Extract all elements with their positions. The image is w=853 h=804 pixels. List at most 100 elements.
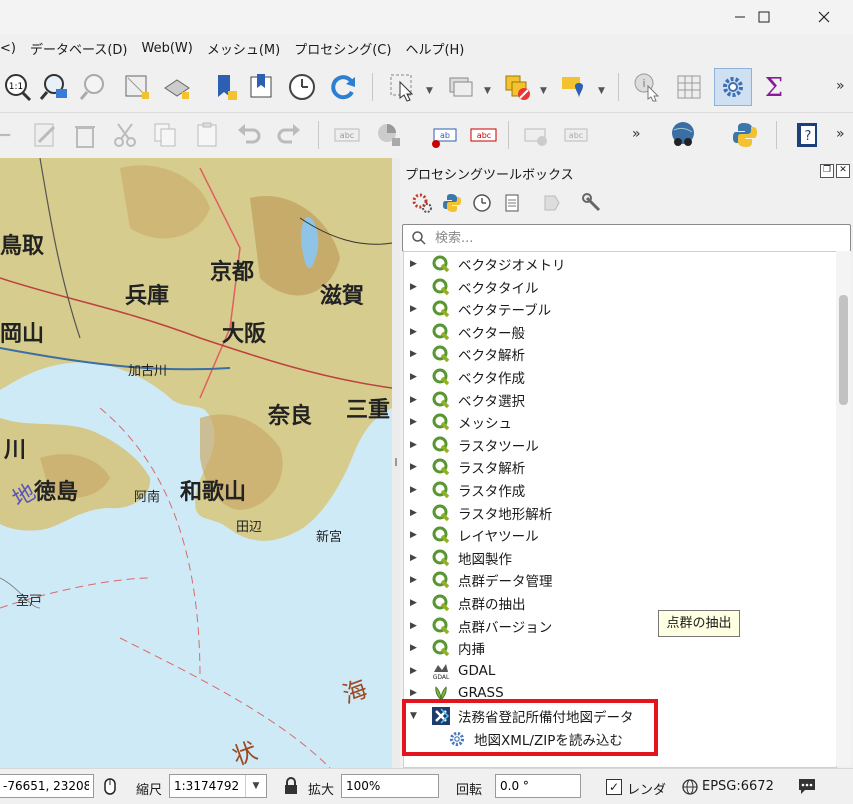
diagram-button[interactable] <box>372 118 406 152</box>
magnifier-input[interactable] <box>342 775 438 797</box>
menu-database[interactable]: データベース(D) <box>23 39 135 58</box>
toolbox-search[interactable] <box>402 224 851 252</box>
processing-options-button[interactable] <box>580 191 604 215</box>
select-features-button[interactable] <box>386 70 420 104</box>
chevron-down-icon[interactable]: ▼ <box>598 86 605 96</box>
tree-item[interactable]: ▶ ベクタジオメトリ <box>404 253 834 275</box>
unpin-label-button[interactable]: abc <box>466 118 500 152</box>
tree-item[interactable]: ▶ GDAL GDAL <box>404 660 834 682</box>
tree-item[interactable]: ▶ 内挿 <box>404 637 834 659</box>
close-panel-button[interactable]: ✕ <box>836 164 850 178</box>
tree-item[interactable]: ▶ ラスタ地形解析 <box>404 502 834 524</box>
collapsed-caret-icon[interactable]: ▶ <box>410 575 420 585</box>
tree-item[interactable]: ▶ ベクタ解析 <box>404 343 834 365</box>
collapsed-caret-icon[interactable]: ▶ <box>410 621 420 631</box>
menu-help[interactable]: ヘルプ(H) <box>398 39 471 58</box>
collapsed-caret-icon[interactable]: ▶ <box>410 259 420 269</box>
processing-toolbox-button[interactable] <box>714 68 752 106</box>
tree-item[interactable]: ▶ ラスタ解析 <box>404 456 834 478</box>
tree-item[interactable]: ▶ 点群の抽出 <box>404 592 834 614</box>
crs-globe-icon[interactable] <box>681 778 699 796</box>
tree-item[interactable]: ▶ レイヤツール <box>404 524 834 546</box>
new-bookmark-button[interactable] <box>208 70 242 104</box>
show-bookmarks-button[interactable] <box>245 70 279 104</box>
tree-item[interactable]: ▶ ベクタ作成 <box>404 366 834 388</box>
collapsed-caret-icon[interactable]: ▶ <box>410 666 420 676</box>
measure-button[interactable] <box>672 70 706 104</box>
menu-web[interactable]: Web(W) <box>134 41 199 56</box>
pin-label-button[interactable]: ab <box>426 118 460 152</box>
collapsed-caret-icon[interactable]: ▶ <box>410 553 420 563</box>
menu-cut-off[interactable]: <) <box>0 41 23 56</box>
tree-item[interactable]: ▶ メッシュ <box>404 411 834 433</box>
attribute-table-button[interactable] <box>444 70 478 104</box>
map-canvas[interactable]: 鳥取 京都 兵庫 滋賀 岡山 大阪 奈良 三重 川 徳島 和歌山 加古川 田辺 … <box>0 158 392 768</box>
lock-scale-icon[interactable] <box>283 777 299 795</box>
collapsed-caret-icon[interactable]: ▶ <box>410 304 420 314</box>
paste-features-button[interactable] <box>190 118 224 152</box>
collapsed-caret-icon[interactable]: ▶ <box>410 395 420 405</box>
collapsed-caret-icon[interactable]: ▶ <box>410 643 420 653</box>
tree-item[interactable]: ▶ 地図製作 <box>404 547 834 569</box>
collapsed-caret-icon[interactable]: ▶ <box>410 508 420 518</box>
temporal-controller-button[interactable] <box>285 70 319 104</box>
layer-labeling-button[interactable]: abc <box>330 118 364 152</box>
tree-item[interactable]: ▶ 点群データ管理 <box>404 569 834 591</box>
coordinate-field[interactable] <box>0 774 94 798</box>
zoom-to-selection-button[interactable] <box>78 70 112 104</box>
tree-item[interactable]: ▶ ラスタツール <box>404 434 834 456</box>
rotation-spinbox[interactable] <box>495 774 581 798</box>
menu-processing[interactable]: プロセシング(C) <box>287 39 398 58</box>
tree-scrollbar[interactable] <box>836 251 851 766</box>
tree-item[interactable]: ▶ ベクタタイル <box>404 276 834 298</box>
tree-item[interactable]: ▶ ベクタテーブル <box>404 298 834 320</box>
tree-item[interactable]: ▶ ベクター般 <box>404 321 834 343</box>
tree-item[interactable]: ▶ ラスタ作成 <box>404 479 834 501</box>
collapsed-caret-icon[interactable]: ▶ <box>410 349 420 359</box>
refresh-button[interactable] <box>326 70 360 104</box>
toolbar-overflow-chevron-icon[interactable]: » <box>836 126 845 142</box>
tree-item[interactable]: ▶ 点群バージョン <box>404 615 834 637</box>
results-viewer-button[interactable] <box>500 191 524 215</box>
new-map-view-button[interactable] <box>120 70 154 104</box>
collapsed-caret-icon[interactable]: ▶ <box>410 485 420 495</box>
delete-selected-button[interactable] <box>68 118 102 152</box>
search-input[interactable] <box>433 227 837 249</box>
toggle-editing-button[interactable] <box>500 70 534 104</box>
move-label-button[interactable] <box>520 118 554 152</box>
statistics-button[interactable]: Σ <box>757 70 791 104</box>
rotate-label-button[interactable]: abc <box>560 118 594 152</box>
float-panel-button[interactable]: ❐ <box>820 164 834 178</box>
chevron-down-icon[interactable]: ▼ <box>484 86 491 96</box>
menu-mesh[interactable]: メッシュ(M) <box>200 39 287 58</box>
scale-combobox[interactable]: ▼ <box>169 774 267 798</box>
collapsed-caret-icon[interactable]: ▶ <box>410 417 420 427</box>
chevron-down-icon[interactable]: ▼ <box>245 775 266 797</box>
zoom-native-button[interactable]: 1:1 <box>0 70 34 104</box>
rotation-input[interactable] <box>496 775 580 797</box>
toolbar-overflow-chevron-icon[interactable]: » <box>836 78 845 94</box>
maximize-button[interactable] <box>741 0 787 34</box>
collapsed-caret-icon[interactable]: ▶ <box>410 598 420 608</box>
collapsed-caret-icon[interactable]: ▶ <box>410 282 420 292</box>
close-button[interactable] <box>801 0 847 34</box>
history-button[interactable] <box>470 191 494 215</box>
coordinate-input[interactable] <box>0 775 93 797</box>
mouse-coordinate-toggle-icon[interactable] <box>100 777 120 797</box>
edit-features-in-place-button[interactable] <box>540 191 564 215</box>
toolbar-overflow-chevron-icon[interactable]: » <box>632 126 641 142</box>
copy-features-button[interactable] <box>148 118 182 152</box>
chevron-down-icon[interactable]: ▼ <box>426 86 433 96</box>
scripts-button[interactable] <box>440 191 464 215</box>
undo-button[interactable] <box>232 118 266 152</box>
redo-button[interactable] <box>272 118 306 152</box>
help-button[interactable]: ? <box>790 118 824 152</box>
tree-item[interactable]: ▶ ベクタ選択 <box>404 389 834 411</box>
collapsed-caret-icon[interactable]: ▶ <box>410 462 420 472</box>
chevron-down-icon[interactable]: ▼ <box>540 86 547 96</box>
identify-features-button[interactable]: i <box>630 70 664 104</box>
collapsed-caret-icon[interactable]: ▶ <box>410 372 420 382</box>
scale-input[interactable] <box>170 775 246 797</box>
collapsed-caret-icon[interactable]: ▶ <box>410 688 420 698</box>
edit-button[interactable] <box>28 118 62 152</box>
